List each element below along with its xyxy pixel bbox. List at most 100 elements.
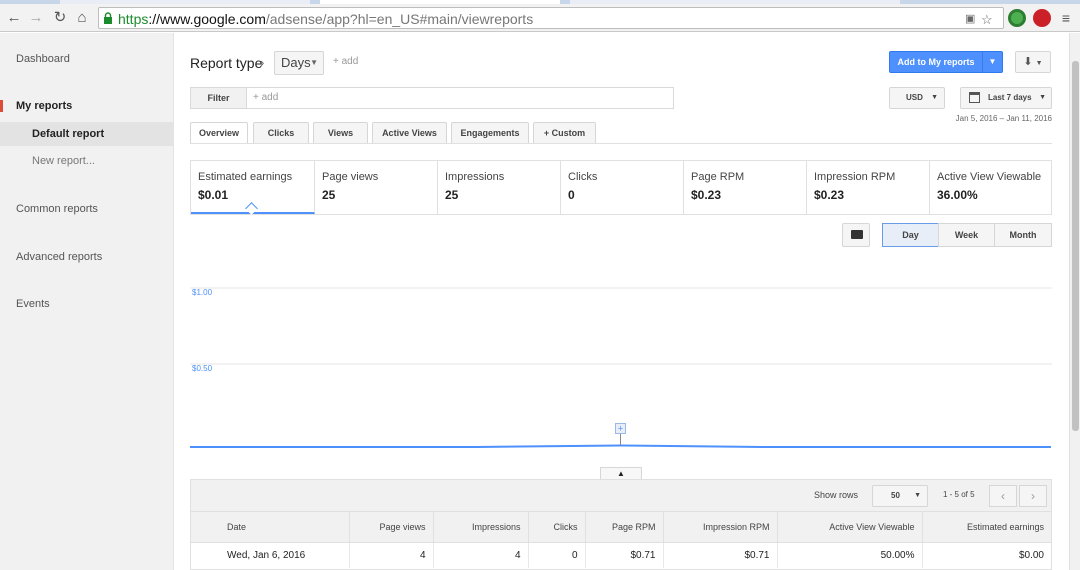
- tab-engagements[interactable]: Engagements: [451, 122, 529, 144]
- column-header-impression-rpm[interactable]: Impression RPM: [663, 512, 778, 543]
- metric-value: $0.01: [198, 188, 229, 202]
- column-header-page-views[interactable]: Page views: [349, 512, 434, 543]
- y-tick-label: $0.50: [192, 364, 213, 373]
- filter-add-input[interactable]: + add: [253, 92, 278, 103]
- column-header-impressions[interactable]: Impressions: [433, 512, 529, 543]
- url-scheme: https: [118, 11, 149, 27]
- plus-icon: +: [618, 423, 623, 433]
- y-tick-label: $1.00: [192, 288, 213, 297]
- metric-impression-rpm[interactable]: Impression RPM $0.23: [807, 161, 930, 214]
- forward-icon[interactable]: →: [26, 8, 46, 28]
- metric-active-view-viewable[interactable]: Active View Viewable 36.00%: [930, 161, 1051, 214]
- caret-down-icon: ▼: [931, 94, 938, 101]
- metric-label: Clicks: [568, 171, 598, 183]
- metrics-scorecard: Estimated earnings $0.01 Page views 25 I…: [190, 160, 1052, 215]
- caret-down-icon: ▼: [1035, 60, 1043, 67]
- next-page-button[interactable]: ›: [1019, 485, 1047, 507]
- caret-down-icon: ▼: [310, 58, 318, 67]
- download-button[interactable]: ⬇ ▼: [1015, 51, 1051, 73]
- report-type-label: Report type: [190, 55, 263, 71]
- metric-value: $0.23: [814, 188, 845, 202]
- series-line: [190, 444, 1051, 448]
- currency-label: USD: [906, 93, 923, 102]
- metric-page-views[interactable]: Page views 25: [315, 161, 438, 214]
- menu-icon[interactable]: ≡: [1056, 8, 1076, 28]
- metric-label: Page views: [322, 171, 379, 183]
- comment-icon: [851, 230, 863, 239]
- sidebar-item-default-report[interactable]: Default report: [0, 122, 174, 146]
- url-text: https://www.google.com/adsense/app?hl=en…: [118, 11, 533, 27]
- earnings-chart[interactable]: $1.00$0.50January 6January 7January 8Jan…: [190, 253, 1052, 453]
- date-range-dropdown[interactable]: Last 7 days ▼: [960, 87, 1052, 109]
- metric-value: 25: [322, 188, 336, 202]
- date-range-text: Jan 5, 2016 – Jan 11, 2016: [955, 114, 1052, 123]
- sidebar-item-common-reports[interactable]: Common reports: [0, 203, 174, 215]
- caret-down-icon[interactable]: ▼: [982, 52, 1002, 72]
- time-granularity-toggle: Day Week Month: [882, 223, 1052, 247]
- sidebar-item-dashboard[interactable]: Dashboard: [0, 53, 174, 65]
- column-header-clicks[interactable]: Clicks: [528, 512, 586, 543]
- week-button[interactable]: Week: [938, 223, 995, 247]
- table-cell: Wed, Jan 6, 2016: [191, 542, 350, 568]
- metric-estimated-earnings[interactable]: Estimated earnings $0.01: [191, 161, 315, 215]
- column-header-date[interactable]: Date: [191, 512, 350, 543]
- metric-page-rpm[interactable]: Page RPM $0.23: [684, 161, 807, 214]
- page-scrollbar[interactable]: [1069, 33, 1080, 570]
- selected-pointer: [245, 202, 258, 215]
- bookmark-star-icon[interactable]: ☆: [981, 12, 993, 28]
- tab-active-views[interactable]: Active Views: [372, 122, 447, 144]
- month-button[interactable]: Month: [994, 223, 1052, 247]
- table-cell: $0.71: [585, 542, 664, 568]
- metric-value: $0.23: [691, 188, 722, 202]
- add-to-my-reports-button[interactable]: Add to My reports ▼: [889, 51, 1003, 73]
- home-icon[interactable]: ⌂: [72, 8, 92, 28]
- rows-value: 50: [891, 491, 900, 500]
- back-icon[interactable]: ←: [4, 8, 24, 28]
- metric-label: Page RPM: [691, 171, 745, 183]
- tab-views[interactable]: Views: [313, 122, 368, 144]
- sidebar: Dashboard My reports Default report New …: [0, 33, 174, 570]
- filter-bar[interactable]: Filter + add: [190, 87, 674, 109]
- metric-value: 0: [568, 188, 575, 202]
- report-table: Show rows 50 ▼ 1 - 5 of 5 ‹ › Date Page v…: [190, 479, 1052, 570]
- chevron-right-icon: ›: [260, 55, 265, 70]
- table-cell: 4: [349, 542, 434, 568]
- tab-overview[interactable]: Overview: [190, 122, 248, 144]
- annotations-button[interactable]: [842, 223, 870, 247]
- column-header-estimated-earnings[interactable]: Estimated earnings: [922, 512, 1051, 543]
- metric-clicks[interactable]: Clicks 0: [561, 161, 684, 214]
- table-cell: $0.71: [663, 542, 778, 568]
- data-table: Date Page views Impressions Clicks Page …: [191, 512, 1051, 568]
- metric-value: 25: [445, 188, 459, 202]
- browser-toolbar: ← → ↻ ⌂ https://www.google.com/adsense/a…: [0, 4, 1080, 32]
- sidebar-item-new-report[interactable]: New report...: [0, 149, 174, 173]
- tab-custom[interactable]: + Custom: [533, 122, 596, 144]
- scrollbar-thumb[interactable]: [1072, 61, 1079, 431]
- column-header-active-view-viewable[interactable]: Active View Viewable: [777, 512, 923, 543]
- column-header-page-rpm[interactable]: Page RPM: [585, 512, 664, 543]
- reload-icon[interactable]: ↻: [50, 8, 70, 28]
- metric-label: Estimated earnings: [198, 171, 293, 183]
- extension-icon[interactable]: [1008, 9, 1026, 27]
- sidebar-item-advanced-reports[interactable]: Advanced reports: [0, 251, 174, 263]
- add-dimension-link[interactable]: + add: [333, 56, 358, 67]
- days-dropdown[interactable]: Days ▼: [274, 51, 324, 75]
- pinterest-icon[interactable]: [1033, 9, 1051, 27]
- tab-divider: [190, 143, 1052, 144]
- prev-page-button[interactable]: ‹: [989, 485, 1017, 507]
- table-header-row: Date Page views Impressions Clicks Page …: [191, 512, 1051, 543]
- address-bar[interactable]: https://www.google.com/adsense/app?hl=en…: [98, 7, 1004, 29]
- rows-per-page-select[interactable]: 50 ▼: [872, 485, 928, 507]
- table-cell: 0: [528, 542, 586, 568]
- filter-label[interactable]: Filter: [191, 88, 247, 108]
- day-button[interactable]: Day: [882, 223, 939, 247]
- sidebar-item-events[interactable]: Events: [0, 298, 174, 310]
- currency-dropdown[interactable]: USD ▼: [889, 87, 945, 109]
- sidebar-item-my-reports[interactable]: My reports: [0, 100, 174, 112]
- calendar-icon: [969, 92, 980, 103]
- metric-label: Active View Viewable: [937, 171, 1042, 183]
- translate-icon[interactable]: ▣: [965, 12, 975, 25]
- table-row[interactable]: Wed, Jan 6, 2016 4 4 0 $0.71 $0.71 50.00…: [191, 542, 1051, 568]
- tab-clicks[interactable]: Clicks: [253, 122, 309, 144]
- metric-impressions[interactable]: Impressions 25: [438, 161, 561, 214]
